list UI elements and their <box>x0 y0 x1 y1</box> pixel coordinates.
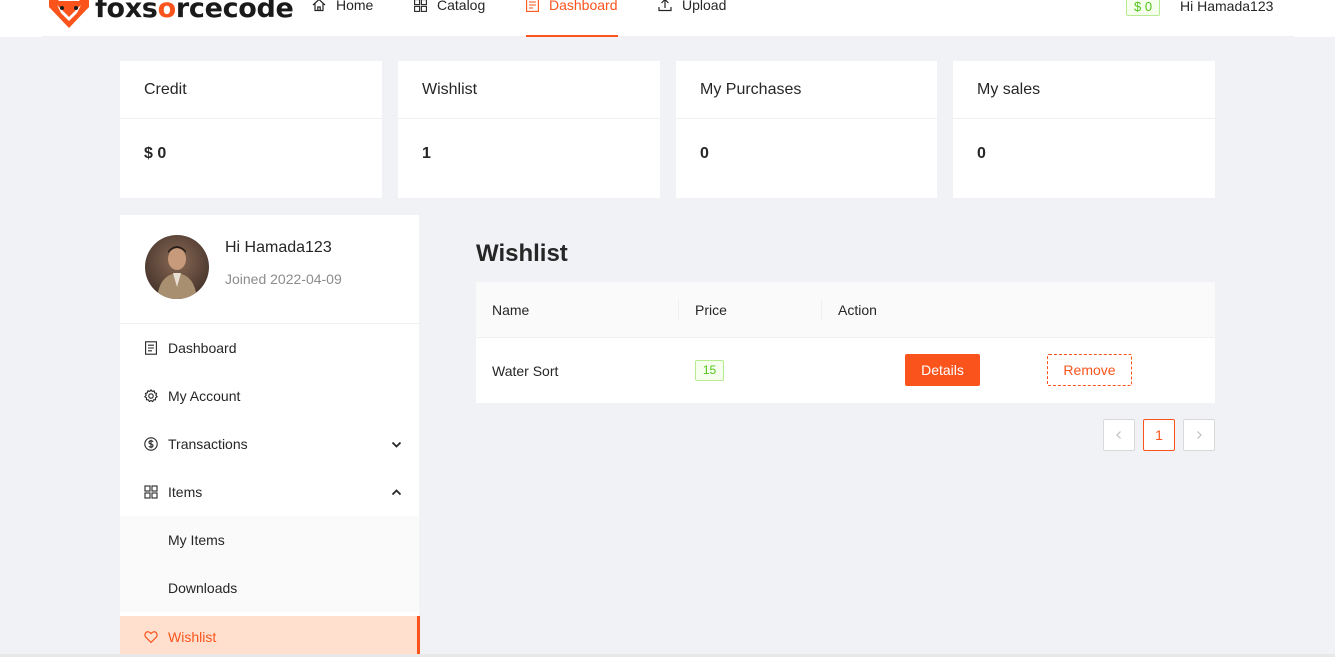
column-header-price: Price <box>695 302 727 318</box>
gear-icon <box>144 389 158 403</box>
sidebar-item-label: Dashboard <box>168 340 237 356</box>
catalog-icon <box>414 0 427 12</box>
sidebar-item-downloads[interactable]: Downloads <box>120 568 419 608</box>
stat-card-value: $ 0 <box>144 145 167 162</box>
chevron-left-icon <box>1116 431 1121 439</box>
column-divider <box>678 299 679 321</box>
nav-upload-label: Upload <box>682 0 727 13</box>
nav-upload[interactable]: Upload <box>658 0 727 13</box>
divider <box>398 118 660 119</box>
nav-dashboard[interactable]: Dashboard <box>526 0 618 13</box>
stat-card-wishlist: Wishlist 1 <box>398 61 660 198</box>
price-badge: 15 <box>695 360 724 381</box>
chevron-down-icon <box>391 441 402 448</box>
sidebar-item-label: Transactions <box>168 436 248 452</box>
sidebar-item-wishlist[interactable]: Wishlist <box>120 616 420 657</box>
credit-badge: $ 0 <box>1126 0 1161 16</box>
stat-card-value: 1 <box>422 145 431 162</box>
remove-button[interactable]: Remove <box>1047 354 1132 386</box>
nav-active-indicator <box>526 35 618 37</box>
column-divider <box>821 299 822 321</box>
sidebar: Hi Hamada123 Joined 2022-04-09 Dashboard… <box>120 215 420 657</box>
profile-joined-date: Joined 2022-04-09 <box>225 271 342 287</box>
divider <box>953 118 1215 119</box>
stat-card-value: 0 <box>700 145 709 162</box>
sidebar-item-transactions[interactable]: Transactions <box>120 424 419 464</box>
sidebar-item-label: Items <box>168 484 203 500</box>
top-navbar: foxsorcecode Home Catalog Dashboard Uplo… <box>0 0 1335 37</box>
sidebar-item-dashboard[interactable]: Dashboard <box>120 328 419 368</box>
pagination-page-1[interactable]: 1 <box>1143 419 1175 451</box>
stat-card-credit: Credit $ 0 <box>120 61 382 198</box>
nav-home-label: Home <box>336 0 374 13</box>
document-icon <box>145 341 157 355</box>
column-header-action: Action <box>838 302 877 318</box>
sidebar-item-my-items[interactable]: My Items <box>120 520 419 560</box>
pagination-prev-button[interactable] <box>1103 419 1135 451</box>
pagination-next-button[interactable] <box>1183 419 1215 451</box>
nav-catalog[interactable]: Catalog <box>414 0 486 13</box>
dollar-circle-icon <box>144 437 158 451</box>
nav-dashboard-label: Dashboard <box>549 0 618 13</box>
column-header-name: Name <box>492 302 530 318</box>
chevron-right-icon <box>1197 431 1202 439</box>
home-icon <box>312 0 326 12</box>
sidebar-item-label: My Account <box>168 388 241 404</box>
avatar-image <box>145 235 209 299</box>
sidebar-item-label: Downloads <box>168 580 238 596</box>
details-button[interactable]: Details <box>905 354 980 386</box>
item-name: Water Sort <box>492 363 559 379</box>
nav-home[interactable]: Home <box>312 0 374 13</box>
heart-icon <box>144 631 158 643</box>
page-title: Wishlist <box>476 240 568 267</box>
sidebar-item-my-account[interactable]: My Account <box>120 376 419 416</box>
divider <box>676 118 937 119</box>
dashboard-icon <box>526 0 539 12</box>
user-greeting[interactable]: Hi Hamada123 <box>1180 0 1273 14</box>
divider <box>120 323 419 324</box>
sidebar-item-label: Wishlist <box>168 629 217 645</box>
stat-card-purchases: My Purchases 0 <box>676 61 937 198</box>
stat-card-title: My sales <box>977 81 1041 98</box>
grid-icon <box>144 485 158 499</box>
stat-card-sales: My sales 0 <box>953 61 1215 198</box>
profile-name: Hi Hamada123 <box>225 239 332 256</box>
nav-catalog-label: Catalog <box>437 0 486 13</box>
upload-icon <box>658 0 672 12</box>
chevron-up-icon <box>391 489 402 496</box>
stat-card-title: Wishlist <box>422 81 478 98</box>
stat-card-value: 0 <box>977 145 986 162</box>
sidebar-item-label: My Items <box>168 532 225 548</box>
divider <box>120 118 382 119</box>
table-header: Name Price Action <box>476 282 1215 338</box>
stat-card-title: Credit <box>144 81 187 98</box>
wishlist-table: Name Price Action Water Sort 15 Details … <box>476 282 1215 403</box>
avatar[interactable] <box>145 235 209 299</box>
stat-card-title: My Purchases <box>700 81 802 98</box>
sidebar-item-items[interactable]: Items <box>120 472 419 512</box>
